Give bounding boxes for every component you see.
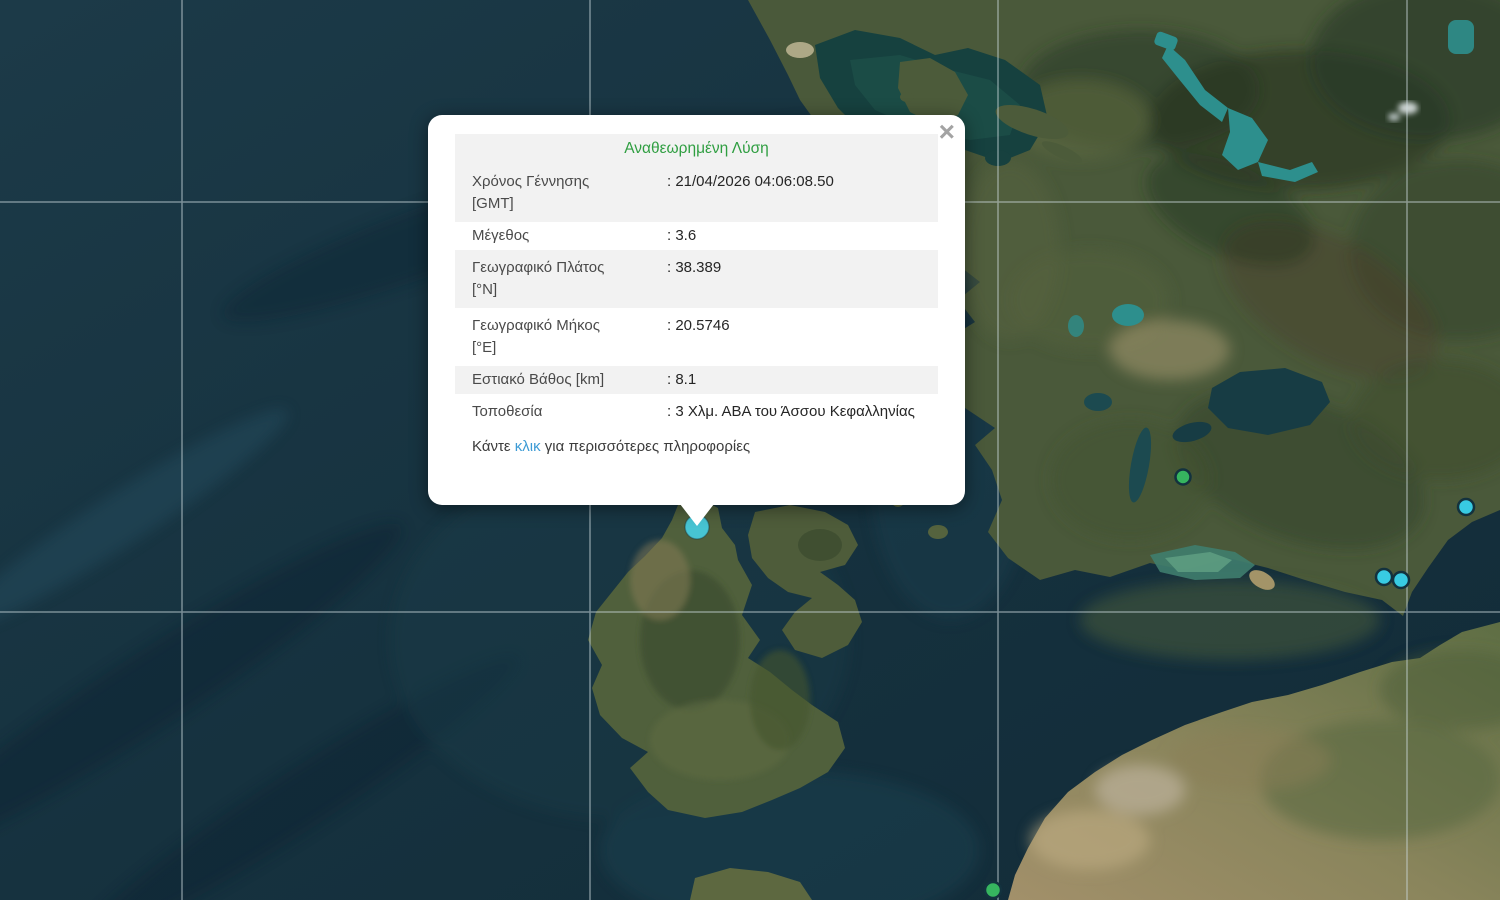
event-marker[interactable] (1458, 499, 1474, 515)
table-row-location: Τοποθεσία : 3 Χλμ. ΑΒΑ του Άσσου Κεφαλλη… (455, 394, 938, 430)
close-icon[interactable]: × (939, 117, 955, 148)
row-label: Εστιακό Βάθος [km] (455, 366, 665, 394)
row-label: Τοποθεσία (455, 394, 665, 430)
row-label: Γεωγραφικό Πλάτος [°N] (455, 250, 665, 308)
row-label: Χρόνος Γέννησης [GMT] (455, 164, 665, 222)
row-label: Γεωγραφικό Μήκος [°E] (455, 308, 665, 366)
event-marker[interactable] (985, 882, 1001, 898)
event-marker[interactable] (1176, 470, 1191, 485)
row-value: : 3 Χλμ. ΑΒΑ του Άσσου Κεφαλληνίας (665, 394, 938, 430)
row-label: Μέγεθος (455, 222, 665, 250)
event-info-popup: × Αναθεωρημένη Λύση Χρόνος Γέννησης [GMT… (428, 115, 965, 505)
event-marker[interactable] (1376, 569, 1392, 585)
popup-title: Αναθεωρημένη Λύση (455, 134, 938, 164)
table-row-longitude: Γεωγραφικό Μήκος [°E] : 20.5746 (455, 308, 938, 366)
row-value: : 21/04/2026 04:06:08.50 (665, 164, 938, 222)
event-info-table: Αναθεωρημένη Λύση Χρόνος Γέννησης [GMT] … (455, 134, 938, 430)
row-value: : 8.1 (665, 366, 938, 394)
popup-footer: Κάντε κλικ για περισσότερες πληροφορίες (455, 435, 938, 459)
table-row-origin-time: Χρόνος Γέννησης [GMT] : 21/04/2026 04:06… (455, 164, 938, 222)
row-value: : 3.6 (665, 222, 938, 250)
more-info-link[interactable]: κλικ (515, 438, 541, 455)
footer-text: Κάντε (472, 438, 515, 455)
table-row-magnitude: Μέγεθος : 3.6 (455, 222, 938, 250)
event-marker[interactable] (1393, 572, 1409, 588)
row-value: : 20.5746 (665, 308, 938, 366)
row-value: : 38.389 (665, 250, 938, 308)
footer-text: για περισσότερες πληροφορίες (541, 438, 751, 455)
table-row-depth: Εστιακό Βάθος [km] : 8.1 (455, 366, 938, 394)
table-row-latitude: Γεωγραφικό Πλάτος [°N] : 38.389 (455, 250, 938, 308)
popup-tail (680, 504, 714, 526)
